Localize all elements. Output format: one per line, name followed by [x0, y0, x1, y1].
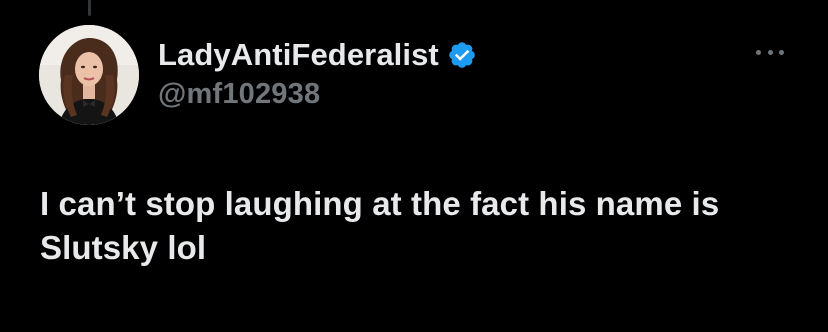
user-handle[interactable]: @mf102938 — [158, 78, 477, 111]
more-options-button[interactable] — [752, 42, 788, 62]
verified-badge-icon — [447, 40, 477, 70]
tweet-header: LadyAntiFederalist @mf102938 — [158, 35, 477, 111]
more-options-icon — [767, 49, 773, 55]
tweet-text: I can’t stop laughing at the fact his na… — [40, 185, 720, 266]
profile-photo-icon — [39, 25, 139, 125]
name-row: LadyAntiFederalist — [158, 35, 477, 75]
thread-connector-line — [88, 0, 91, 16]
display-name[interactable]: LadyAntiFederalist — [158, 37, 439, 73]
more-options-icon — [779, 49, 784, 55]
avatar[interactable] — [39, 25, 139, 125]
more-options-icon — [756, 49, 761, 55]
